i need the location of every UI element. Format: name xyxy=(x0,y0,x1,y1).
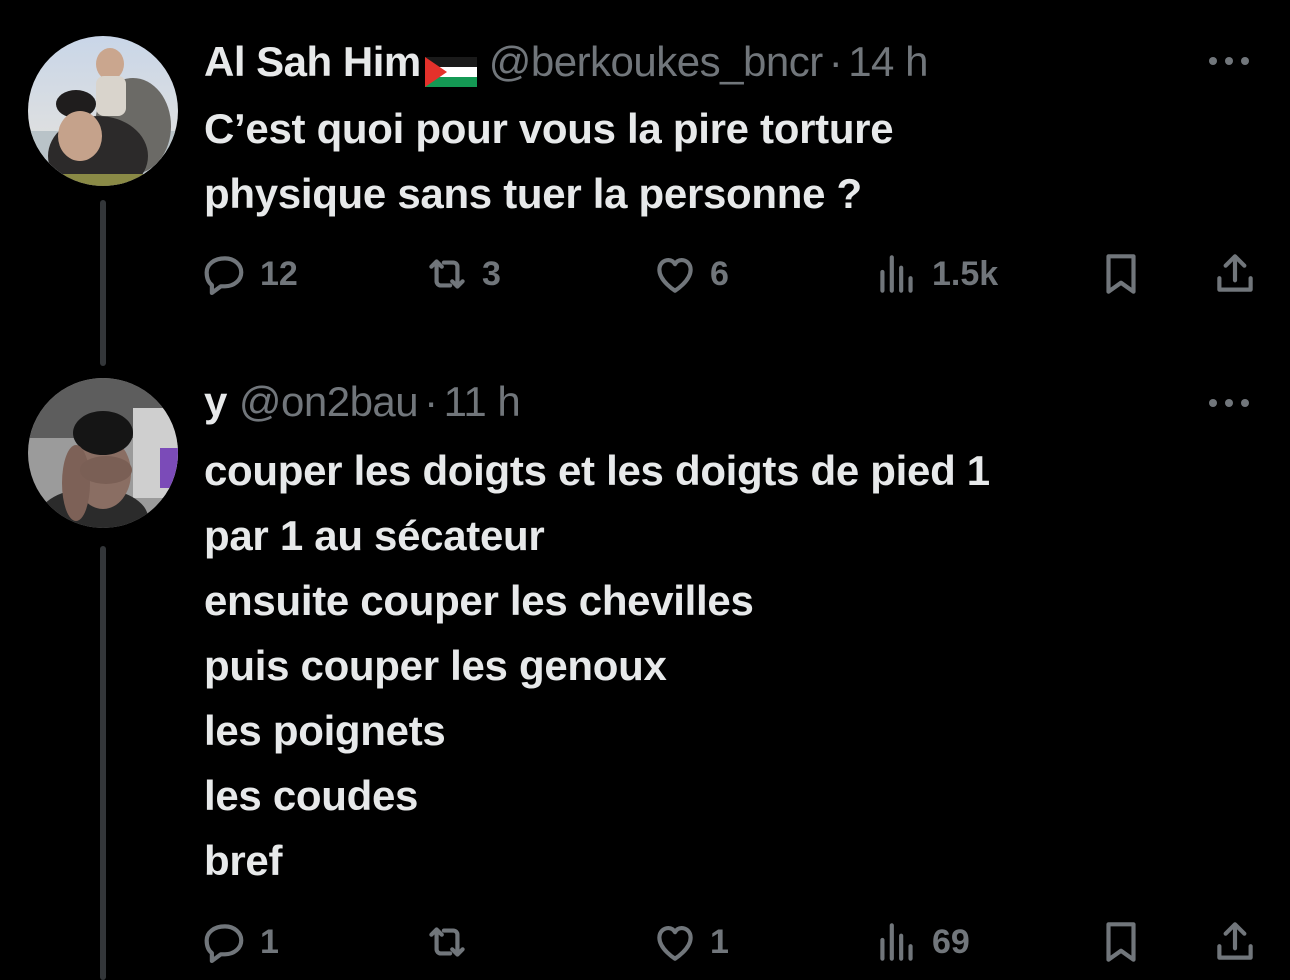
avatar[interactable] xyxy=(28,378,178,528)
share-button[interactable] xyxy=(1210,917,1260,967)
timestamp[interactable]: 14 h xyxy=(848,38,928,86)
bookmark-button[interactable] xyxy=(1096,917,1146,967)
action-bar: 1 1 69 xyxy=(0,917,1290,967)
user-handle[interactable]: @berkoukes_bncr xyxy=(489,38,823,86)
bookmark-button[interactable] xyxy=(1096,249,1146,299)
repost-count: 3 xyxy=(482,254,501,293)
repost-button[interactable] xyxy=(422,917,482,967)
avatar[interactable] xyxy=(28,36,178,186)
heart-icon xyxy=(657,925,693,961)
reply-icon xyxy=(204,924,244,964)
avatar-photo xyxy=(28,378,178,528)
share-button[interactable] xyxy=(1210,249,1260,299)
heart-icon xyxy=(657,257,693,293)
more-icon[interactable] xyxy=(1204,393,1254,413)
views-icon xyxy=(880,255,913,293)
bookmark-icon xyxy=(1106,254,1136,294)
views-count: 69 xyxy=(932,922,970,961)
action-bar: 12 3 6 1.5k xyxy=(0,249,1290,299)
tweet-text: C’est quoi pour vous la pire torture phy… xyxy=(204,96,1204,226)
thread-line xyxy=(100,546,106,980)
tweet-1[interactable]: Al Sah Him @berkoukes_bncr · 14 h C’est … xyxy=(0,0,1290,366)
share-icon xyxy=(1217,922,1253,960)
timestamp[interactable]: 11 h xyxy=(444,378,521,426)
tweet-text-line: couper les doigts et les doigts de pied … xyxy=(204,447,990,494)
separator-dot: · xyxy=(828,38,843,85)
repost-icon xyxy=(429,259,465,289)
like-button[interactable]: 6 xyxy=(650,249,729,299)
separator-dot: · xyxy=(424,378,438,425)
tweet-text-line: ensuite couper les chevilles xyxy=(204,577,754,624)
tweet-text-line: C’est quoi pour vous la pire torture xyxy=(204,105,894,152)
avatar-photo xyxy=(28,36,178,186)
palestine-flag-icon xyxy=(424,49,477,87)
like-button[interactable]: 1 xyxy=(650,917,729,967)
reply-count: 1 xyxy=(260,922,279,961)
reply-icon xyxy=(204,256,244,296)
tweet-header: Al Sah Him @berkoukes_bncr · 14 h xyxy=(204,37,928,87)
share-icon xyxy=(1217,254,1253,292)
user-handle[interactable]: @on2bau xyxy=(239,378,419,426)
display-name[interactable]: Al Sah Him xyxy=(204,38,421,86)
display-name[interactable]: y xyxy=(204,378,227,426)
more-icon[interactable] xyxy=(1204,51,1254,71)
tweet-2[interactable]: y @on2bau · 11 h couper les doigts et le… xyxy=(0,360,1290,980)
like-count: 1 xyxy=(710,922,729,961)
like-count: 6 xyxy=(710,254,729,293)
tweet-text-line: par 1 au sécateur xyxy=(204,512,545,559)
tweet-text-line: puis couper les genoux xyxy=(204,642,667,689)
reply-count: 12 xyxy=(260,254,298,293)
tweet-header: y @on2bau · 11 h xyxy=(204,377,521,427)
reply-button[interactable]: 12 xyxy=(200,249,298,299)
views-icon xyxy=(880,923,913,961)
repost-button[interactable]: 3 xyxy=(422,249,501,299)
tweet-text-line: les coudes xyxy=(204,772,419,819)
views-button[interactable]: 69 xyxy=(872,917,970,967)
tweet-text-line: les poignets xyxy=(204,707,446,754)
views-count: 1.5k xyxy=(932,254,999,293)
tweet-text: couper les doigts et les doigts de pied … xyxy=(204,438,1204,893)
tweet-text-line: bref xyxy=(204,837,283,884)
repost-icon xyxy=(429,927,465,957)
reply-button[interactable]: 1 xyxy=(200,917,279,967)
tweet-text-line: physique sans tuer la personne ? xyxy=(204,170,862,217)
views-button[interactable]: 1.5k xyxy=(872,249,998,299)
bookmark-icon xyxy=(1106,922,1136,962)
